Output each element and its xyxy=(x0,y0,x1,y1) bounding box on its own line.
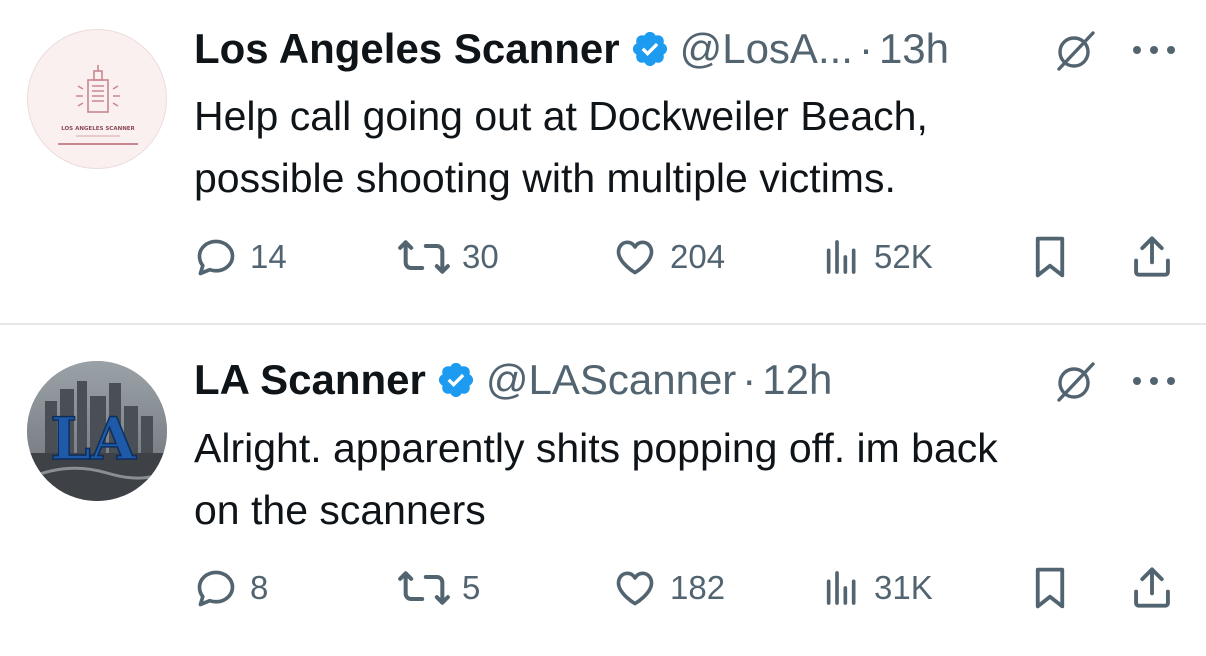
reply-icon xyxy=(194,235,238,279)
repost-count: 5 xyxy=(462,569,481,606)
views-count: 31K xyxy=(874,569,933,606)
avatar[interactable]: LA xyxy=(27,361,167,501)
tweet-text: Alright. apparently shits popping off. i… xyxy=(194,417,1184,541)
grok-icon[interactable] xyxy=(1053,358,1099,404)
like-icon xyxy=(612,235,658,279)
views-count: 52K xyxy=(874,238,933,275)
separator-dot: · xyxy=(858,25,873,72)
repost-icon xyxy=(398,566,450,610)
avatar[interactable]: LOS ANGELES SCANNER xyxy=(27,29,167,169)
like-button[interactable]: 204 xyxy=(612,232,725,282)
grok-icon[interactable] xyxy=(1053,27,1099,73)
reply-button[interactable]: 8 xyxy=(194,563,268,613)
views-icon xyxy=(822,568,862,608)
bookmark-icon xyxy=(1029,233,1071,281)
tweet-header: LA Scanner @LAScanner · 12h xyxy=(194,352,832,408)
bookmark-button[interactable] xyxy=(1029,563,1071,613)
views-icon xyxy=(822,237,862,277)
timestamp[interactable]: 13h xyxy=(879,25,949,73)
share-icon xyxy=(1130,565,1174,611)
tweet[interactable]: LA LA Scanner @LAScanner · 12h Alright. … xyxy=(0,325,1206,656)
share-icon xyxy=(1130,234,1174,280)
repost-button[interactable]: 30 xyxy=(398,232,499,282)
tweet[interactable]: LOS ANGELES SCANNER Los Angeles Scanner … xyxy=(0,0,1206,325)
bookmark-icon xyxy=(1029,564,1071,612)
repost-button[interactable]: 5 xyxy=(398,563,480,613)
handle[interactable]: @LosA... xyxy=(680,25,853,73)
more-icon[interactable] xyxy=(1130,374,1178,388)
share-button[interactable] xyxy=(1130,232,1174,282)
display-name[interactable]: LA Scanner xyxy=(194,356,426,404)
display-name[interactable]: Los Angeles Scanner xyxy=(194,25,620,73)
verified-badge-icon xyxy=(630,29,670,69)
separator-dot: · xyxy=(742,356,757,403)
bookmark-button[interactable] xyxy=(1029,232,1071,282)
repost-icon xyxy=(398,235,450,279)
timestamp[interactable]: 12h xyxy=(762,356,832,404)
more-icon[interactable] xyxy=(1130,43,1178,57)
reply-button[interactable]: 14 xyxy=(194,232,287,282)
tweet-header: Los Angeles Scanner @LosA... · 13h xyxy=(194,21,949,77)
avatar-logo-text: LOS ANGELES SCANNER xyxy=(61,126,135,132)
tweet-text: Help call going out at Dockweiler Beach,… xyxy=(194,85,1184,209)
tweet-text-line: Help call going out at Dockweiler Beach, xyxy=(194,93,928,139)
like-icon xyxy=(612,566,658,610)
views-button[interactable]: 31K xyxy=(822,563,933,613)
tweet-text-line: on the scanners xyxy=(194,487,486,533)
like-count: 204 xyxy=(670,238,726,275)
reply-count: 14 xyxy=(250,238,287,275)
repost-count: 30 xyxy=(462,238,499,275)
handle[interactable]: @LAScanner xyxy=(486,356,736,404)
like-button[interactable]: 182 xyxy=(612,563,725,613)
tweet-text-line: possible shooting with multiple victims. xyxy=(194,155,896,201)
tweet-text-line: Alright. apparently shits popping off. i… xyxy=(194,425,998,471)
share-button[interactable] xyxy=(1130,563,1174,613)
action-bar: 8 5 182 31K xyxy=(194,563,1184,613)
reply-count: 8 xyxy=(250,569,269,606)
reply-icon xyxy=(194,566,238,610)
views-button[interactable]: 52K xyxy=(822,232,933,282)
like-count: 182 xyxy=(670,569,726,606)
verified-badge-icon xyxy=(436,360,476,400)
action-bar: 14 30 204 52K xyxy=(194,232,1184,282)
avatar-logo-text: LA xyxy=(50,405,137,473)
